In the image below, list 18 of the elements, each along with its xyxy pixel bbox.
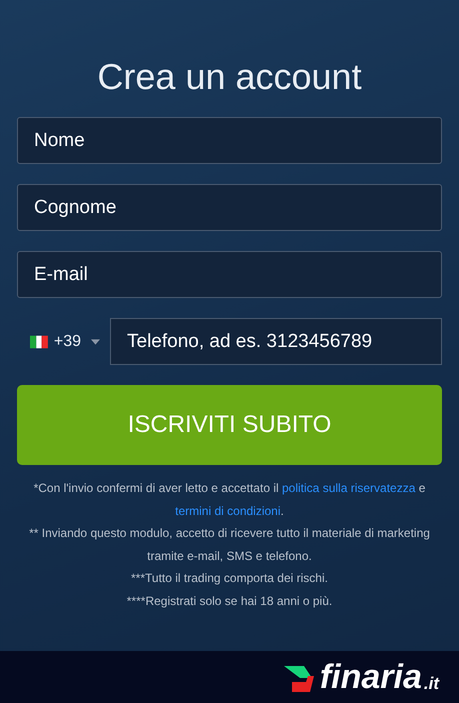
disclaimer-text: *Con l'invio confermi di aver letto e accettato il politica sulla riservatezza e termini di condizioni.: [32, 480, 426, 520]
policy-link[interactable]: politica sulla riservatezza: [282, 481, 416, 495]
input-field[interactable]: Nome: [17, 117, 442, 164]
policy-link[interactable]: termini di condizioni: [175, 504, 281, 518]
input-field[interactable]: Cognome: [17, 184, 442, 231]
caret-icon: [91, 338, 100, 344]
phone-input-field[interactable]: Telefono, ad es. 3123456789: [110, 318, 442, 365]
logo-icon: [282, 664, 316, 694]
logo-domain-text: .it: [424, 674, 439, 694]
disclaimer-text: ****Registrati solo se hai 18 anni o più.: [126, 592, 334, 610]
disclaimer-text: ** Inviando questo modulo, accetto di ricevere tutto il materiale di marketing tramite e-mail, SMS e telefono.: [28, 525, 431, 564]
input-field[interactable]: E-mail: [17, 251, 442, 298]
form-title: Crea un account: [96, 56, 363, 98]
country-code-dropdown[interactable]: +39: [17, 332, 100, 350]
submit-button[interactable]: ISCRIVITI SUBITO: [17, 385, 442, 465]
flag-icon: [30, 334, 48, 348]
logo-text: finaria: [320, 660, 422, 694]
disclaimer-text: ***Tutto il trading comporta dei rischi.: [130, 570, 329, 587]
